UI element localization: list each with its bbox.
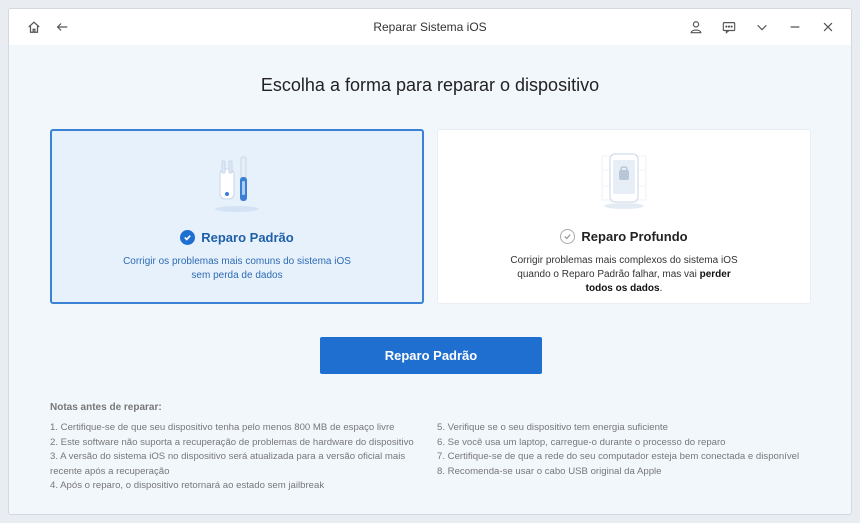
note-item: 3. A versão do sistema iOS no dispositiv… [50, 451, 406, 477]
start-repair-button[interactable]: Reparo Padrão [320, 337, 542, 374]
deep-repair-warning-text: perder [699, 269, 731, 280]
note-item: 4. Após o reparo, o dispositivo retornar… [50, 480, 325, 491]
note-item: 2. Este software não suporta a recuperaç… [50, 436, 414, 448]
notes-list-right: 5. Verifique se o seu dispositivo tem en… [437, 421, 807, 479]
standard-repair-title: Reparo Padrão [52, 230, 422, 245]
note-item: 5. Verifique se o seu dispositivo tem en… [437, 422, 668, 433]
title-bar: Reparar Sistema iOS [9, 9, 851, 45]
feedback-icon[interactable] [720, 18, 738, 36]
device-repair-illustration-icon [438, 150, 810, 214]
standard-repair-desc-line: Corrigir os problemas mais comuns do sis… [123, 256, 351, 267]
deep-repair-label: Reparo Profundo [581, 229, 688, 244]
deep-repair-desc-line: todos os dados. [458, 282, 790, 296]
note-item: 7. Certifique-se de que a rede do seu co… [437, 451, 800, 462]
deep-repair-description: Corrigir problemas mais complexos do sis… [458, 254, 790, 296]
tools-illustration-icon [52, 151, 422, 215]
close-icon[interactable] [819, 18, 837, 36]
standard-repair-description: Corrigir os problemas mais comuns do sis… [72, 255, 402, 283]
note-item: 8. Recomenda-se usar o cabo USB original… [437, 465, 662, 477]
deep-repair-desc-text: . [659, 283, 663, 294]
standard-repair-desc-line: sem perda de dados [191, 270, 283, 281]
notes-list-left: 1. Certifique-se de que seu dispositivo … [50, 421, 420, 494]
note-item: 1. Certifique-se de que seu dispositivo … [50, 422, 395, 433]
app-window: Reparar Sistema iOS Escolha a forma para… [8, 8, 852, 515]
standard-repair-option[interactable]: Reparo Padrão Corrigir os problemas mais… [50, 129, 424, 304]
checkmark-icon [180, 230, 196, 245]
deep-repair-title: Reparo Profundo [438, 229, 810, 244]
note-item: 6. Se você usa um laptop, carregue-o dur… [437, 436, 726, 448]
deep-repair-desc-line: quando o Reparo Padrão falhar, mas vai p… [458, 268, 790, 282]
user-icon[interactable] [687, 18, 705, 36]
deep-repair-desc-text: quando o Reparo Padrão falhar, mas vai [517, 269, 700, 280]
deep-repair-warning-text: todos os dados [585, 283, 660, 294]
deep-repair-desc-line: Corrigir problemas mais complexos do sis… [510, 255, 738, 266]
notes-title: Notas antes de reparar: [50, 402, 162, 413]
checkmark-outline-icon [560, 229, 576, 244]
deep-repair-option[interactable]: Reparo Profundo Corrigir problemas mais … [437, 129, 811, 304]
page-title: Escolha a forma para reparar o dispositi… [260, 75, 600, 95]
title-bar-right [687, 18, 837, 36]
minimize-icon[interactable] [786, 18, 804, 36]
chevron-down-icon[interactable] [753, 18, 771, 36]
standard-repair-label: Reparo Padrão [201, 230, 294, 245]
